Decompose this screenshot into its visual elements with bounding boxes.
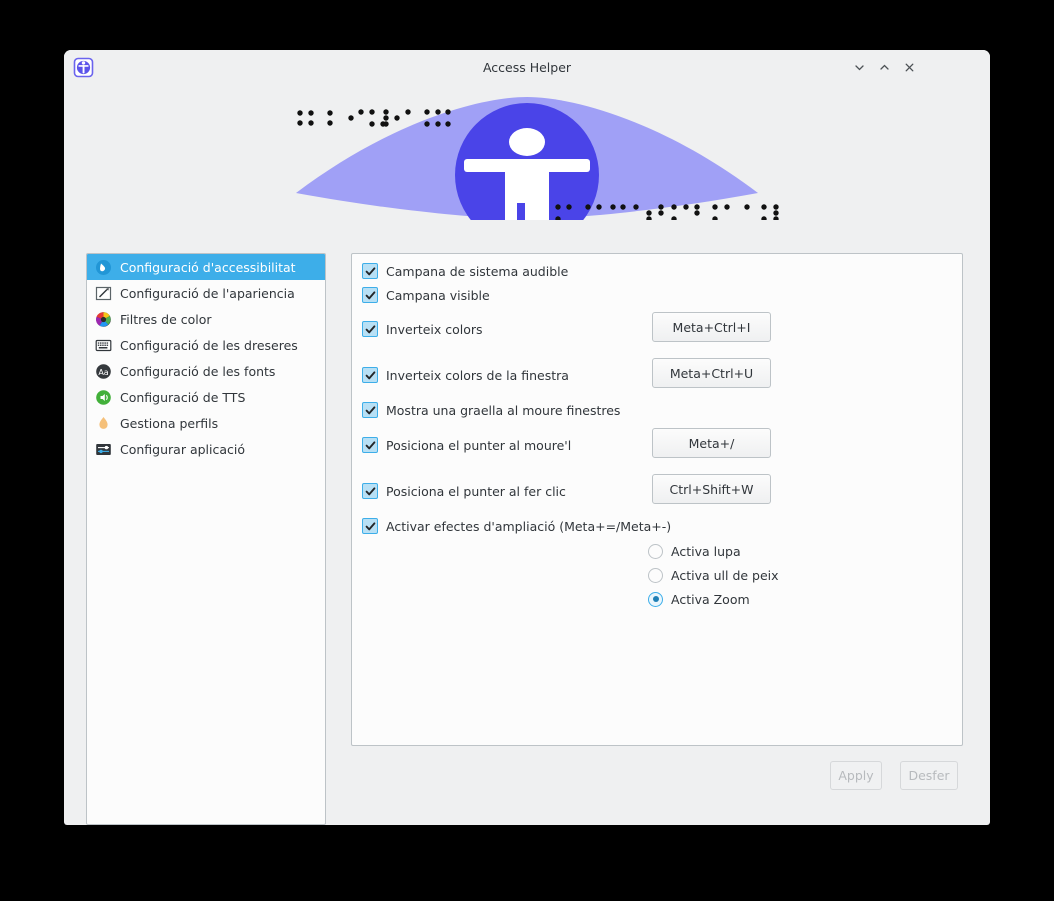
shortcut-button-position-pointer-click[interactable]: Ctrl+Shift+W (652, 474, 771, 504)
option-label: Activar efectes d'ampliació (Meta+=/Meta… (386, 518, 672, 534)
option-row-invert-window-colors[interactable]: Inverteix colors de la finestra (362, 364, 569, 386)
title-bar: Access Helper (64, 50, 990, 85)
application-window: Access Helper Configuració d'accessibili… (64, 50, 990, 825)
radio-label: Activa ull de peix (671, 567, 779, 583)
option-label: Campana de sistema audible (386, 263, 569, 279)
close-button[interactable] (898, 56, 920, 78)
radio-fisheye[interactable] (648, 567, 663, 583)
checkbox-visible-bell[interactable] (362, 287, 378, 303)
checkbox-position-pointer-move[interactable] (362, 437, 378, 453)
sidebar-item-tts[interactable]: Configuració de TTS (87, 384, 325, 410)
minimize-button[interactable] (848, 56, 870, 78)
sliders-icon (95, 441, 112, 458)
option-row-position-pointer-click[interactable]: Posiciona el punter al fer clic (362, 480, 566, 502)
option-row-visible-bell[interactable]: Campana visible (362, 284, 490, 306)
sidebar-nav: Configuració d'accessibilitat Configurac… (86, 253, 326, 825)
profile-flame-icon (95, 415, 112, 432)
option-label: Posiciona el punter al moure'l (386, 437, 572, 453)
font-aa-icon: Aa (95, 363, 112, 380)
option-label: Campana visible (386, 287, 490, 303)
sidebar-item-label: Configuració de l'apariencia (120, 285, 295, 301)
shortcut-button-invert-window-colors[interactable]: Meta+Ctrl+U (652, 358, 771, 388)
sidebar-item-color-filters[interactable]: Filtres de color (87, 306, 325, 332)
color-wheel-icon (95, 311, 112, 328)
checkbox-show-grid[interactable] (362, 402, 378, 418)
option-label: Posiciona el punter al fer clic (386, 483, 566, 499)
apply-button[interactable]: Apply (830, 761, 882, 790)
radio-magnifier[interactable] (648, 543, 663, 559)
option-row-invert-colors[interactable]: Inverteix colors (362, 318, 483, 340)
undo-button[interactable]: Desfer (900, 761, 958, 790)
banner-graphic (64, 85, 990, 220)
sidebar-item-accessibility[interactable]: Configuració d'accessibilitat (87, 254, 325, 280)
radio-row-fisheye[interactable]: Activa ull de peix (648, 564, 779, 586)
option-label: Inverteix colors (386, 321, 483, 337)
checkbox-position-pointer-click[interactable] (362, 483, 378, 499)
svg-text:Aa: Aa (98, 368, 108, 377)
radio-row-zoom[interactable]: Activa Zoom (648, 588, 750, 610)
sidebar-item-shortcuts[interactable]: Configuració de les dreseres (87, 332, 325, 358)
options-panel: Campana de sistema audible Campana visib… (351, 253, 963, 746)
sidebar-item-profiles[interactable]: Gestiona perfils (87, 410, 325, 436)
sidebar-item-label: Gestiona perfils (120, 415, 219, 431)
checkbox-invert-window-colors[interactable] (362, 367, 378, 383)
radio-label: Activa Zoom (671, 591, 750, 607)
keyboard-icon (95, 337, 112, 354)
option-row-position-pointer-move[interactable]: Posiciona el punter al moure'l (362, 434, 571, 456)
sidebar-item-label: Configuració de TTS (120, 389, 246, 405)
option-row-show-grid[interactable]: Mostra una graella al moure finestres (362, 399, 620, 421)
checkbox-audible-bell[interactable] (362, 263, 378, 279)
sidebar-item-label: Configurar aplicació (120, 441, 246, 457)
sidebar-item-label: Configuració de les fonts (120, 363, 276, 379)
accessibility-icon (95, 259, 112, 276)
appearance-pencil-icon (95, 285, 112, 302)
checkbox-magnification-effects[interactable] (362, 518, 378, 534)
sidebar-item-fonts[interactable]: Aa Configuració de les fonts (87, 358, 325, 384)
sidebar-item-appearance[interactable]: Configuració de l'apariencia (87, 280, 325, 306)
sidebar-item-configure-app[interactable]: Configurar aplicació (87, 436, 325, 462)
tts-speaker-icon (95, 389, 112, 406)
option-label: Mostra una graella al moure finestres (386, 402, 621, 418)
sidebar-item-label: Configuració d'accessibilitat (120, 259, 296, 275)
sidebar-item-label: Configuració de les dreseres (120, 337, 298, 353)
desktop-background: Access Helper Configuració d'accessibili… (0, 0, 1054, 901)
shortcut-button-invert-colors[interactable]: Meta+Ctrl+I (652, 312, 771, 342)
option-label: Inverteix colors de la finestra (386, 367, 569, 383)
sidebar-item-label: Filtres de color (120, 311, 212, 327)
window-body: Configuració d'accessibilitat Configurac… (64, 220, 990, 825)
option-row-magnification-effects[interactable]: Activar efectes d'ampliació (Meta+=/Meta… (362, 515, 671, 537)
option-row-audible-bell[interactable]: Campana de sistema audible (362, 260, 568, 282)
shortcut-button-position-pointer-move[interactable]: Meta+/ (652, 428, 771, 458)
radio-row-magnifier[interactable]: Activa lupa (648, 540, 741, 562)
maximize-button[interactable] (873, 56, 895, 78)
radio-zoom[interactable] (648, 591, 663, 607)
checkbox-invert-colors[interactable] (362, 321, 378, 337)
radio-label: Activa lupa (671, 543, 741, 559)
